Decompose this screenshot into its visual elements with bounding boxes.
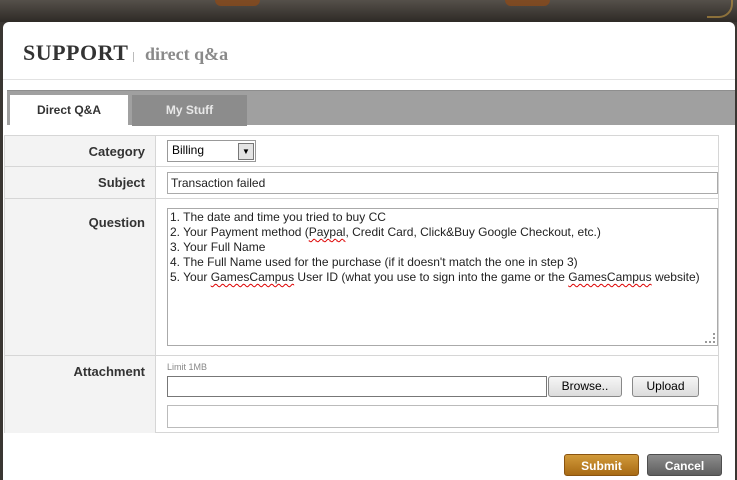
banner-decoration — [215, 0, 260, 6]
category-select[interactable]: Billing ▼ — [167, 140, 256, 162]
category-value: Billing — [172, 143, 205, 157]
question-line: 3. Your Full Name — [170, 240, 266, 254]
page-subtitle: direct q&a — [145, 44, 229, 64]
question-line: 1. The date and time you tried to buy CC — [170, 210, 386, 224]
tab-direct-qa[interactable]: Direct Q&A — [10, 95, 128, 127]
file-path-input[interactable] — [167, 376, 547, 397]
question-textarea[interactable]: 1. The date and time you tried to buy CC… — [167, 208, 718, 346]
support-form: Category Billing ▼ Subject Transaction f… — [4, 135, 719, 433]
upload-button[interactable]: Upload — [632, 376, 699, 397]
corner-ornament-icon — [707, 0, 733, 18]
subject-row: Subject Transaction failed — [5, 167, 718, 199]
submit-button[interactable]: Submit — [564, 454, 639, 476]
attachment-label: Attachment — [5, 356, 156, 433]
question-line: 4. The Full Name used for the purchase (… — [170, 255, 578, 269]
top-banner — [0, 0, 737, 22]
question-row: Question 1. The date and time you tried … — [5, 199, 718, 356]
title-divider — [133, 52, 134, 62]
attachment-row: Attachment Limit 1MB Browse.. Upload — [5, 356, 718, 433]
question-line: 5. Your GamesCampus User ID (what you us… — [170, 270, 700, 284]
subject-input[interactable]: Transaction failed — [167, 172, 718, 194]
category-row: Category Billing ▼ — [5, 136, 718, 167]
question-label: Question — [5, 199, 156, 355]
question-line: 2. Your Payment method (Paypal, Credit C… — [170, 225, 601, 239]
category-label: Category — [5, 136, 156, 166]
tab-my-stuff[interactable]: My Stuff — [132, 95, 247, 126]
resize-grip-icon[interactable] — [705, 333, 715, 343]
subject-label: Subject — [5, 167, 156, 198]
attachment-limit: Limit 1MB — [167, 362, 208, 372]
banner-decoration — [505, 0, 550, 6]
page-title: SUPPORT — [23, 40, 129, 65]
cancel-button[interactable]: Cancel — [647, 454, 722, 476]
attachment-list — [167, 405, 718, 428]
panel-header: SUPPORT direct q&a — [3, 22, 735, 80]
tab-bar: Direct Q&A My Stuff — [7, 90, 735, 127]
chevron-down-icon[interactable]: ▼ — [238, 143, 254, 160]
support-panel: SUPPORT direct q&a Direct Q&A My Stuff C… — [3, 22, 735, 480]
browse-button[interactable]: Browse.. — [548, 376, 622, 397]
